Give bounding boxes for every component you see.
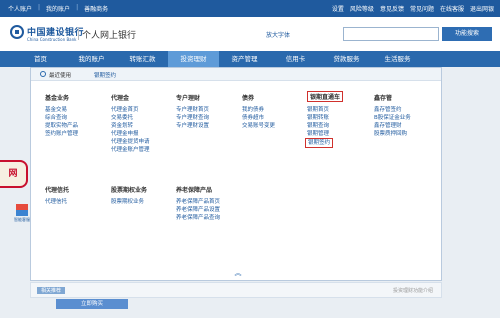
tab-loan[interactable]: 贷款服务 (321, 51, 372, 67)
menu-link[interactable]: 债券超市 (242, 114, 275, 122)
menu-col-equity: 股票期权业务 股票期权业务 (111, 185, 147, 206)
tab-home[interactable]: 首页 (15, 51, 66, 67)
menu-link[interactable]: 代理金提货申请 (111, 138, 150, 146)
divider: | (76, 4, 79, 11)
clock-icon (40, 71, 46, 77)
menu-heading: 鑫存管 (374, 95, 393, 102)
tab-transfer[interactable]: 转账汇款 (117, 51, 168, 67)
menu-link[interactable]: 养老保障产品设置 (176, 206, 220, 214)
menu-link[interactable]: 专户理财设置 (176, 122, 209, 130)
menu-heading: 代理金 (111, 95, 130, 102)
footer-intro-link[interactable]: 投资理财功能介绍 (393, 287, 433, 294)
menu-link[interactable]: 专户理财查询 (176, 114, 209, 122)
logout-link[interactable]: 退出网银 (470, 4, 494, 13)
buy-button[interactable]: 立即购买 (56, 299, 128, 309)
menu-link[interactable]: 银期转账 (307, 114, 343, 122)
menu-col-bond: 债券 我的债券 债券超市 交易账号变更 (242, 93, 275, 130)
search-input[interactable] (343, 27, 439, 41)
dropdown-menu-panel: 最近使用 银期签约 基金业务 基金交易 综合查询 提取实物产品 签约账户管理 代… (30, 67, 442, 281)
menu-link[interactable]: B股保证金业务 (374, 114, 411, 122)
futures-heading-highlight: 银期直通车 (307, 91, 344, 102)
main-nav: 首页 我的账户 转账汇款 投资理财 资产管理 信用卡 贷款服务 生活服务 (0, 51, 500, 67)
menu-link[interactable]: 综合查询 (45, 114, 78, 122)
menu-link[interactable]: 代理金首页 (111, 106, 150, 114)
menu-link[interactable]: 鑫存管理财 (374, 122, 411, 130)
enlarge-font-button[interactable]: 放大字体 (266, 30, 290, 39)
menu-col-fund: 基金业务 基金交易 综合查询 提取实物产品 签约账户管理 (45, 93, 78, 138)
page-title: 个人网上银行 (82, 31, 137, 41)
menu-col-agency-gold: 代理金 代理金首页 交易委托 资金划转 代理金申报 代理金提货申请 代理金账户管… (111, 93, 150, 154)
menu-link[interactable]: 股票期权业务 (111, 198, 147, 206)
tab-life-service[interactable]: 生活服务 (372, 51, 423, 67)
ad-bubble[interactable]: 网 (0, 160, 28, 188)
chevron-up-icon[interactable]: ︽ (234, 269, 242, 277)
search-button[interactable]: 功能搜索 (442, 27, 492, 41)
menu-link[interactable]: 代理金申报 (111, 130, 150, 138)
menu-col-deposit: 鑫存管 鑫存管签约 B股保证金业务 鑫存管理财 股票质押回购 (374, 93, 411, 138)
tab-credit-card[interactable]: 信用卡 (270, 51, 321, 67)
shopping-link[interactable]: 善融商务 (84, 4, 108, 13)
menu-col-trust: 代理信托 代理信托 (45, 185, 69, 206)
menu-link[interactable]: 股票质押回购 (374, 130, 411, 138)
menu-link[interactable]: 我的债券 (242, 106, 275, 114)
menu-link[interactable]: 资金划转 (111, 122, 150, 130)
menu-link[interactable]: 鑫存管签约 (374, 106, 411, 114)
menu-link[interactable]: 代理金账户管理 (111, 146, 150, 154)
menu-link[interactable]: 专户理财首页 (176, 106, 209, 114)
menu-link[interactable]: 签约账户管理 (45, 130, 78, 138)
menu-heading: 养老保障产品 (176, 187, 213, 194)
menu-heading: 股票期权业务 (111, 187, 148, 194)
recent-item-link[interactable]: 银期签约 (94, 71, 116, 79)
menu-link[interactable]: 交易账号变更 (242, 122, 275, 130)
menu-link[interactable]: 养老保障产品查询 (176, 214, 220, 222)
assistant-label[interactable]: 智能客服 (14, 217, 30, 223)
recent-label: 最近使用 (49, 73, 72, 79)
faq-link[interactable]: 常见问题 (410, 4, 434, 13)
my-account-link[interactable]: 我的账户 (46, 4, 70, 13)
header: 中国建设银行 China Construction Bank 个人网上银行 放大… (0, 17, 500, 51)
futures-sign-link-highlight[interactable]: 银期签约 (305, 138, 334, 148)
divider: | (38, 4, 41, 11)
menu-heading: 专户理财 (176, 95, 201, 102)
tab-investment[interactable]: 投资理财 (168, 51, 219, 67)
menu-col-pension: 养老保障产品 养老保障产品首页 养老保障产品设置 养老保障产品查询 (176, 185, 220, 222)
menu-link[interactable]: 银期查询 (307, 122, 343, 130)
menu-link[interactable]: 银期管理 (307, 130, 343, 138)
menu-link[interactable]: 养老保障产品首页 (176, 198, 220, 206)
footer-bar: 相关推荐 投资理财功能介绍 (30, 282, 442, 298)
menu-col-futures: 银期直通车 银期首页 银期转账 银期查询 银期管理 银期签约 (305, 91, 344, 148)
tab-asset-management[interactable]: 资产管理 (219, 51, 270, 67)
top-bar: 个人账户 | 我的账户 | 善融商务 设置 风险等级 意见反馈 常见问题 在线客… (0, 0, 500, 17)
menu-heading: 债券 (242, 95, 255, 102)
footer-recommend-label: 相关推荐 (37, 287, 66, 294)
menu-link[interactable]: 交易委托 (111, 114, 150, 122)
online-service-link[interactable]: 在线客服 (440, 4, 464, 13)
menu-heading: 代理信托 (45, 187, 70, 194)
account-link[interactable]: 个人账户 (8, 4, 32, 13)
menu-link[interactable]: 银期首页 (307, 106, 343, 114)
risk-link[interactable]: 风险等级 (350, 4, 374, 13)
menu-col-wealth: 专户理财 专户理财首页 专户理财查询 专户理财设置 (176, 93, 209, 130)
logo-subtitle: China Construction Bank (27, 37, 77, 42)
menu-link[interactable]: 提取实物产品 (45, 122, 78, 130)
bank-logo-icon (10, 25, 24, 39)
assistant-icon[interactable] (16, 204, 28, 216)
menu-link[interactable]: 代理信托 (45, 198, 69, 206)
menu-link[interactable]: 基金交易 (45, 106, 78, 114)
divider (78, 27, 79, 40)
feedback-link[interactable]: 意见反馈 (380, 4, 404, 13)
tab-my-account[interactable]: 我的账户 (66, 51, 117, 67)
menu-heading: 基金业务 (45, 95, 70, 102)
settings-link[interactable]: 设置 (332, 4, 344, 13)
recent-use-bar: 最近使用 银期签约 (31, 68, 441, 81)
